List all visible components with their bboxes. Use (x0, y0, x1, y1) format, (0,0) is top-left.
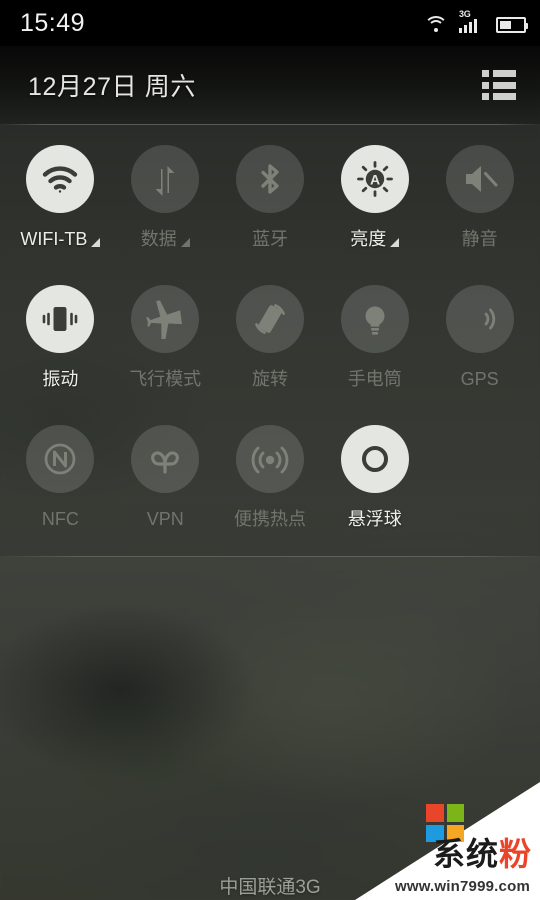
toggle-tile-飞行模式[interactable]: 飞行模式 (113, 271, 218, 411)
toggle-label: NFC (41, 509, 79, 529)
toggle-tile-数据[interactable]: 数据 (113, 131, 218, 271)
toggle-tile-手电筒[interactable]: 手电筒 (322, 271, 427, 411)
quick-settings-grid: WIFI-TB 数据 蓝牙 A 亮度 静音振动 飞行模式 旋转 手电筒 GPS NFC VPN 便携热点… (0, 131, 540, 551)
expand-caret-icon[interactable] (390, 238, 400, 247)
toggle-label: 悬浮球 (347, 509, 402, 529)
toggle-row: 振动 飞行模式 旋转 手电筒 GPS (8, 271, 532, 411)
watermark: 系统粉 www.win7999.com (355, 782, 540, 900)
toggle-label: 手电筒 (347, 369, 402, 389)
expand-caret-icon[interactable] (180, 238, 190, 247)
toggle-label-wrap: NFC (42, 506, 79, 528)
toggle-tile-振动[interactable]: 振动 (8, 271, 113, 411)
vpn-icon[interactable] (131, 425, 200, 493)
network-type-label: 3G (459, 9, 471, 19)
battery-icon (496, 17, 528, 33)
toggle-label-wrap: 飞行模式 (129, 366, 201, 388)
status-clock: 15:49 (20, 8, 86, 37)
date-label: 12月27日 周六 (28, 73, 196, 101)
watermark-title: 系统粉 (433, 838, 532, 870)
header-divider (0, 124, 540, 125)
list-icon[interactable] (482, 70, 516, 100)
grid-divider (0, 556, 540, 557)
toggle-tile-vpn[interactable]: VPN (113, 411, 218, 551)
toggle-row: WIFI-TB 数据 蓝牙 A 亮度 静音 (8, 131, 532, 271)
airplane-icon[interactable] (131, 285, 200, 353)
toggle-label-wrap: 悬浮球 (348, 506, 402, 528)
toggle-label: 蓝牙 (251, 229, 288, 249)
rotate-icon[interactable] (235, 285, 304, 353)
watermark-title-part2: 粉 (498, 836, 532, 872)
watermark-url: www.win7999.com (395, 878, 530, 895)
toggle-label-wrap: WIFI-TB (20, 226, 101, 249)
bluetooth-icon[interactable] (235, 145, 304, 213)
flashlight-icon[interactable] (340, 285, 409, 353)
toggle-label: 数据 (140, 229, 177, 249)
toggle-label-wrap: 振动 (42, 366, 78, 388)
gps-icon[interactable] (445, 285, 514, 353)
phone-screen: 15:49 3G 12月27日 周六 WIFI-TB 数据 蓝牙 A 亮度 静音振动 飞行模… (0, 0, 540, 900)
toggle-label-wrap: 便携热点 (234, 506, 306, 528)
brightness-auto-icon[interactable]: A (340, 145, 409, 213)
toggle-row: NFC VPN 便携热点 悬浮球 (8, 411, 532, 551)
toggle-label-wrap: 旋转 (252, 366, 288, 388)
vibrate-icon[interactable] (26, 285, 95, 353)
quick-settings-header: 12月27日 周六 (0, 46, 540, 124)
toggle-tile-静音[interactable]: 静音 (427, 131, 532, 271)
wifi-icon[interactable] (26, 145, 95, 213)
toggle-label: VPN (146, 509, 184, 529)
toggle-label-wrap: 数据 (141, 226, 190, 248)
toggle-tile-nfc[interactable]: NFC (8, 411, 113, 551)
status-icon-group: 3G (424, 9, 528, 33)
floating-ball-icon[interactable] (340, 425, 409, 493)
toggle-tile-便携热点[interactable]: 便携热点 (218, 411, 323, 551)
data-icon[interactable] (131, 145, 200, 213)
toggle-label-wrap: 蓝牙 (252, 226, 288, 248)
toggle-label: 便携热点 (233, 509, 306, 529)
toggle-tile-亮度[interactable]: A 亮度 (322, 131, 427, 271)
toggle-tile-蓝牙[interactable]: 蓝牙 (218, 131, 323, 271)
toggle-label: GPS (460, 369, 499, 389)
watermark-title-part1: 系统 (432, 836, 499, 872)
toggle-label: WIFI-TB (20, 229, 88, 249)
toggle-label-wrap: GPS (461, 366, 499, 388)
hotspot-icon[interactable] (235, 425, 304, 493)
toggle-label-wrap: 静音 (462, 226, 498, 248)
toggle-label: 飞行模式 (129, 369, 202, 389)
toggle-label-wrap: VPN (147, 506, 184, 528)
status-bar: 15:49 3G (0, 0, 540, 46)
toggle-label: 亮度 (350, 229, 387, 249)
toggle-tile-旋转[interactable]: 旋转 (218, 271, 323, 411)
nfc-icon[interactable] (26, 425, 95, 493)
wifi-icon (424, 15, 448, 33)
toggle-tile-wifi-tb[interactable]: WIFI-TB (8, 131, 113, 271)
toggle-tile-gps[interactable]: GPS (427, 271, 532, 411)
toggle-label-wrap: 手电筒 (348, 366, 402, 388)
signal-bars-icon: 3G (459, 9, 485, 33)
toggle-label: 旋转 (251, 369, 288, 389)
toggle-label: 静音 (461, 229, 498, 249)
toggle-tile-悬浮球[interactable]: 悬浮球 (322, 411, 427, 551)
svg-text:A: A (370, 172, 380, 188)
expand-caret-icon[interactable] (91, 238, 101, 247)
toggle-label-wrap: 亮度 (350, 226, 400, 249)
mute-icon[interactable] (445, 145, 514, 213)
toggle-label: 振动 (42, 369, 79, 389)
